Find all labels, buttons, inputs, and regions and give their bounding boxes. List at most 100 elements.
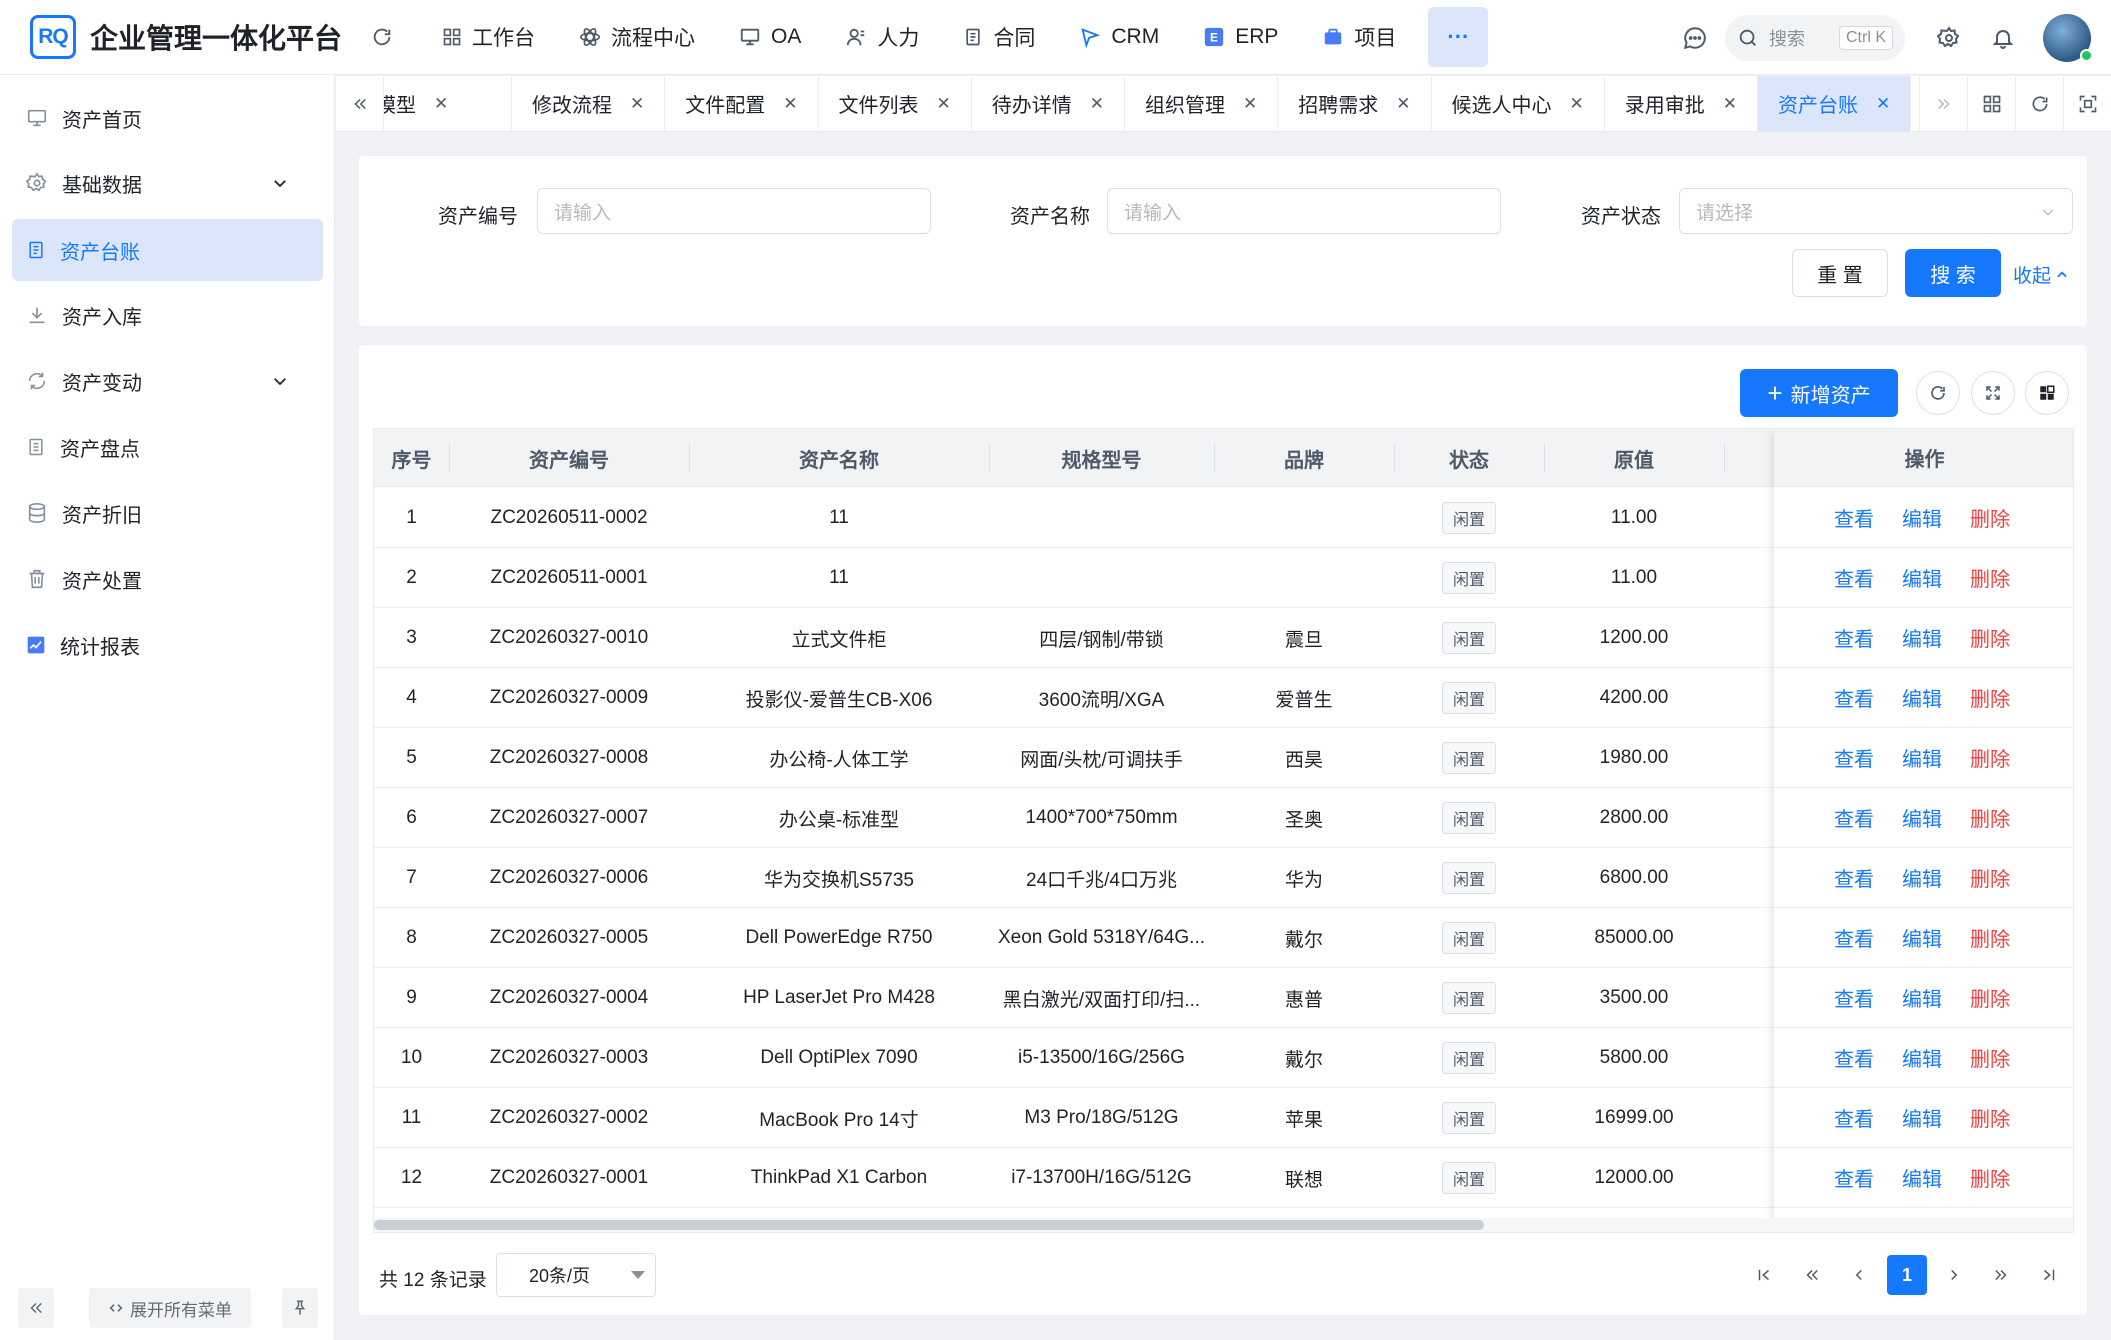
view-button[interactable]: 查看 — [1834, 803, 1874, 832]
column-settings-button[interactable] — [2025, 371, 2069, 415]
edit-button[interactable]: 编辑 — [1902, 743, 1942, 772]
delete-button[interactable]: 删除 — [1970, 683, 2010, 712]
asset-no-input[interactable]: 请输入 — [537, 188, 931, 234]
view-button[interactable]: 查看 — [1834, 563, 1874, 592]
tab-asset-ledger[interactable]: 资产台账 ✕ — [1758, 75, 1912, 132]
next-page-button[interactable] — [1934, 1255, 1974, 1295]
sidebar-item-asset-inbound[interactable]: 资产入库 — [12, 284, 323, 346]
close-icon[interactable]: ✕ — [434, 94, 448, 114]
view-button[interactable]: 查看 — [1834, 983, 1874, 1012]
delete-button[interactable]: 删除 — [1970, 923, 2010, 952]
search-button[interactable]: 搜 索 — [1905, 249, 2001, 297]
close-icon[interactable]: ✕ — [1570, 94, 1584, 114]
view-button[interactable]: 查看 — [1834, 1163, 1874, 1192]
close-icon[interactable]: ✕ — [1723, 94, 1737, 114]
nav-item-project[interactable]: 项目 — [1300, 3, 1418, 71]
edit-button[interactable]: 编辑 — [1902, 1163, 1942, 1192]
message-button[interactable] — [1675, 18, 1715, 58]
nav-item-workbench[interactable]: 工作台 — [420, 3, 557, 71]
expand-all-menus-button[interactable]: 展开所有菜单 — [89, 1288, 251, 1328]
tab-menu-button[interactable] — [1967, 76, 2015, 132]
reset-button[interactable]: 重 置 — [1792, 249, 1888, 297]
view-button[interactable]: 查看 — [1834, 923, 1874, 952]
user-avatar[interactable] — [2043, 13, 2093, 62]
collapse-filter-button[interactable]: 收起 — [2013, 261, 2069, 288]
close-icon[interactable]: ✕ — [783, 94, 797, 114]
nav-item-hr[interactable]: 人力 — [823, 3, 941, 71]
prev-group-button[interactable] — [1792, 1255, 1832, 1295]
nav-item-contract[interactable]: 合同 — [941, 3, 1057, 71]
delete-button[interactable]: 删除 — [1970, 1043, 2010, 1072]
close-icon[interactable]: ✕ — [1090, 94, 1104, 114]
app-logo[interactable]: RQ 企业管理一体化平台 — [30, 0, 342, 75]
refresh-button[interactable] — [362, 17, 402, 57]
nav-item-oa[interactable]: OA — [717, 3, 823, 71]
view-button[interactable]: 查看 — [1834, 683, 1874, 712]
view-button[interactable]: 查看 — [1834, 863, 1874, 892]
view-button[interactable]: 查看 — [1834, 503, 1874, 532]
edit-button[interactable]: 编辑 — [1902, 1043, 1942, 1072]
prev-page-button[interactable] — [1839, 1255, 1879, 1295]
delete-button[interactable]: 删除 — [1970, 803, 2010, 832]
edit-button[interactable]: 编辑 — [1902, 923, 1942, 952]
edit-button[interactable]: 编辑 — [1902, 623, 1942, 652]
close-icon[interactable]: ✕ — [1243, 94, 1257, 114]
tab-todo-detail[interactable]: 待办详情 ✕ — [972, 75, 1125, 132]
page-number-current[interactable]: 1 — [1887, 1255, 1927, 1295]
delete-button[interactable]: 删除 — [1970, 563, 2010, 592]
first-page-button[interactable] — [1744, 1255, 1784, 1295]
sidebar-item-asset-inventory[interactable]: 资产盘点 — [12, 416, 323, 478]
nav-item-erp[interactable]: E ERP — [1181, 3, 1300, 71]
tab-hire-approval[interactable]: 录用审批 ✕ — [1605, 75, 1758, 132]
sidebar-item-asset-ledger[interactable]: 资产台账 — [12, 219, 323, 281]
tab-refresh-button[interactable] — [2015, 76, 2063, 132]
delete-button[interactable]: 删除 — [1970, 983, 2010, 1012]
sidebar-item-asset-disposal[interactable]: 资产处置 — [12, 548, 323, 610]
pin-sidebar-button[interactable] — [282, 1288, 318, 1328]
sidebar-item-asset-change[interactable]: 资产变动 — [12, 350, 323, 412]
view-button[interactable]: 查看 — [1834, 1043, 1874, 1072]
sidebar-item-asset-home[interactable]: 资产首页 — [12, 87, 323, 149]
nav-more-button[interactable]: ··· — [1428, 7, 1489, 67]
tab-modify-process[interactable]: 修改流程 ✕ — [512, 75, 666, 132]
tab-org-management[interactable]: 组织管理 ✕ — [1125, 75, 1279, 132]
delete-button[interactable]: 删除 — [1970, 503, 2010, 532]
delete-button[interactable]: 删除 — [1970, 863, 2010, 892]
edit-button[interactable]: 编辑 — [1902, 863, 1942, 892]
sidebar-item-basic-data[interactable]: 基础数据 — [12, 152, 323, 214]
last-page-button[interactable] — [2029, 1255, 2069, 1295]
sidebar-item-asset-depreciation[interactable]: 资产折旧 — [12, 482, 323, 544]
edit-button[interactable]: 编辑 — [1902, 563, 1942, 592]
edit-button[interactable]: 编辑 — [1902, 1103, 1942, 1132]
tabs-scroll-right-button[interactable] — [1919, 76, 1967, 132]
tab-file-config[interactable]: 文件配置 ✕ — [665, 75, 819, 132]
tab-recruit-demand[interactable]: 招聘需求 ✕ — [1278, 75, 1432, 132]
tab-model[interactable]: 模型 ✕ — [384, 75, 512, 132]
delete-button[interactable]: 删除 — [1970, 743, 2010, 772]
collapse-sidebar-button[interactable] — [18, 1288, 54, 1328]
edit-button[interactable]: 编辑 — [1902, 503, 1942, 532]
delete-button[interactable]: 删除 — [1970, 1163, 2010, 1192]
close-icon[interactable]: ✕ — [1396, 94, 1410, 114]
settings-button[interactable] — [1929, 18, 1969, 58]
view-button[interactable]: 查看 — [1834, 623, 1874, 652]
close-icon[interactable]: ✕ — [630, 94, 644, 114]
fullscreen-button[interactable] — [2063, 76, 2111, 132]
edit-button[interactable]: 编辑 — [1902, 803, 1942, 832]
close-icon[interactable]: ✕ — [1876, 94, 1890, 114]
view-button[interactable]: 查看 — [1834, 1103, 1874, 1132]
page-size-select[interactable]: 20条/页 — [496, 1253, 656, 1297]
tabs-scroll-left-button[interactable] — [336, 75, 384, 132]
view-button[interactable]: 查看 — [1834, 743, 1874, 772]
tab-file-list[interactable]: 文件列表 ✕ — [819, 75, 972, 132]
sidebar-item-statistics[interactable]: 统计报表 — [12, 614, 323, 676]
delete-button[interactable]: 删除 — [1970, 623, 2010, 652]
edit-button[interactable]: 编辑 — [1902, 683, 1942, 712]
close-icon[interactable]: ✕ — [937, 94, 951, 114]
nav-item-process[interactable]: 流程中心 — [557, 3, 717, 71]
asset-name-input[interactable]: 请输入 — [1107, 188, 1501, 234]
add-asset-button[interactable]: + 新增资产 — [1740, 369, 1898, 417]
table-horizontal-scrollbar[interactable] — [374, 1218, 2073, 1232]
tab-candidate-center[interactable]: 候选人中心 ✕ — [1432, 75, 1605, 132]
scrollbar-thumb[interactable] — [374, 1220, 1484, 1230]
